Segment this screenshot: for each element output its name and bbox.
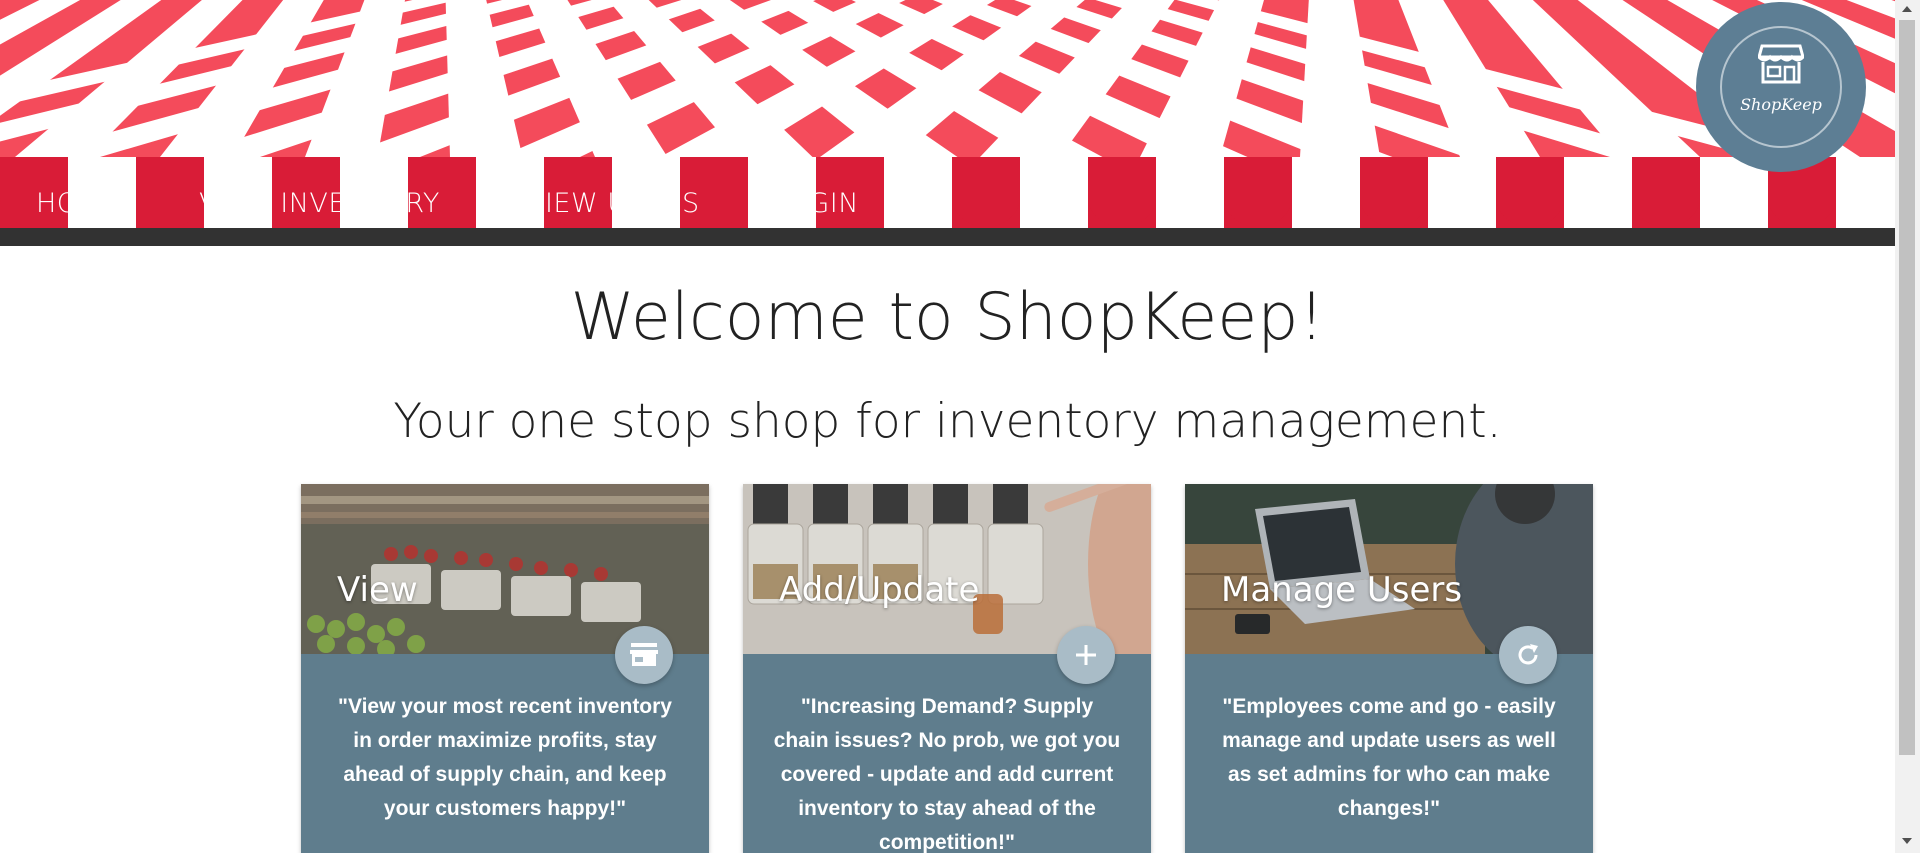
card-title: View	[337, 570, 418, 610]
view-store-button[interactable]	[615, 626, 673, 684]
card-manage-users[interactable]: Manage Users "Employees come and go - ea…	[1185, 484, 1593, 853]
add-update-button[interactable]	[1057, 626, 1115, 684]
refresh-icon	[1518, 644, 1538, 665]
card-description: "View your most recent inventory in orde…	[337, 695, 672, 820]
manage-users-button[interactable]	[1499, 626, 1557, 684]
card-view[interactable]: View "View your most recent inventory in…	[301, 484, 709, 853]
main-nav: HOME VIEW INVENTORY VIEW USERS LOGIN	[0, 188, 900, 232]
nav-view-inventory-link[interactable]: VIEW INVENTORY	[199, 188, 440, 219]
page-title: Welcome to ShopKeep!	[570, 280, 1325, 355]
scroll-thumb[interactable]	[1899, 20, 1915, 755]
scroll-down-arrow-icon[interactable]	[1902, 838, 1912, 844]
card-add-update[interactable]: Add/Update "Increasing Demand? Supply ch…	[743, 484, 1151, 853]
plus-icon	[1076, 645, 1096, 665]
card-description: "Increasing Demand? Supply chain issues?…	[773, 695, 1121, 853]
card-description: "Employees come and go - easily manage a…	[1222, 695, 1556, 820]
page-subtitle: Your one stop shop for inventory managem…	[393, 394, 1502, 449]
scroll-up-arrow-icon[interactable]	[1902, 6, 1912, 12]
card-title: Manage Users	[1221, 570, 1463, 610]
card-title: Add/Update	[779, 570, 980, 610]
nav-view-users-link[interactable]: VIEW USERS	[526, 188, 700, 219]
nav-login-link[interactable]: LOGIN	[772, 188, 859, 219]
header-banner: HOME VIEW INVENTORY VIEW USERS LOGIN Sho…	[0, 0, 1895, 246]
logo-text: ShopKeep	[1740, 95, 1822, 114]
awning-stripes	[0, 0, 1895, 157]
shopkeep-logo[interactable]: ShopKeep	[1696, 2, 1866, 172]
store-icon	[630, 643, 658, 666]
page-scrollbar[interactable]	[1895, 0, 1920, 853]
storefront-icon	[1758, 44, 1804, 84]
nav-home-link[interactable]: HOME	[36, 188, 120, 219]
